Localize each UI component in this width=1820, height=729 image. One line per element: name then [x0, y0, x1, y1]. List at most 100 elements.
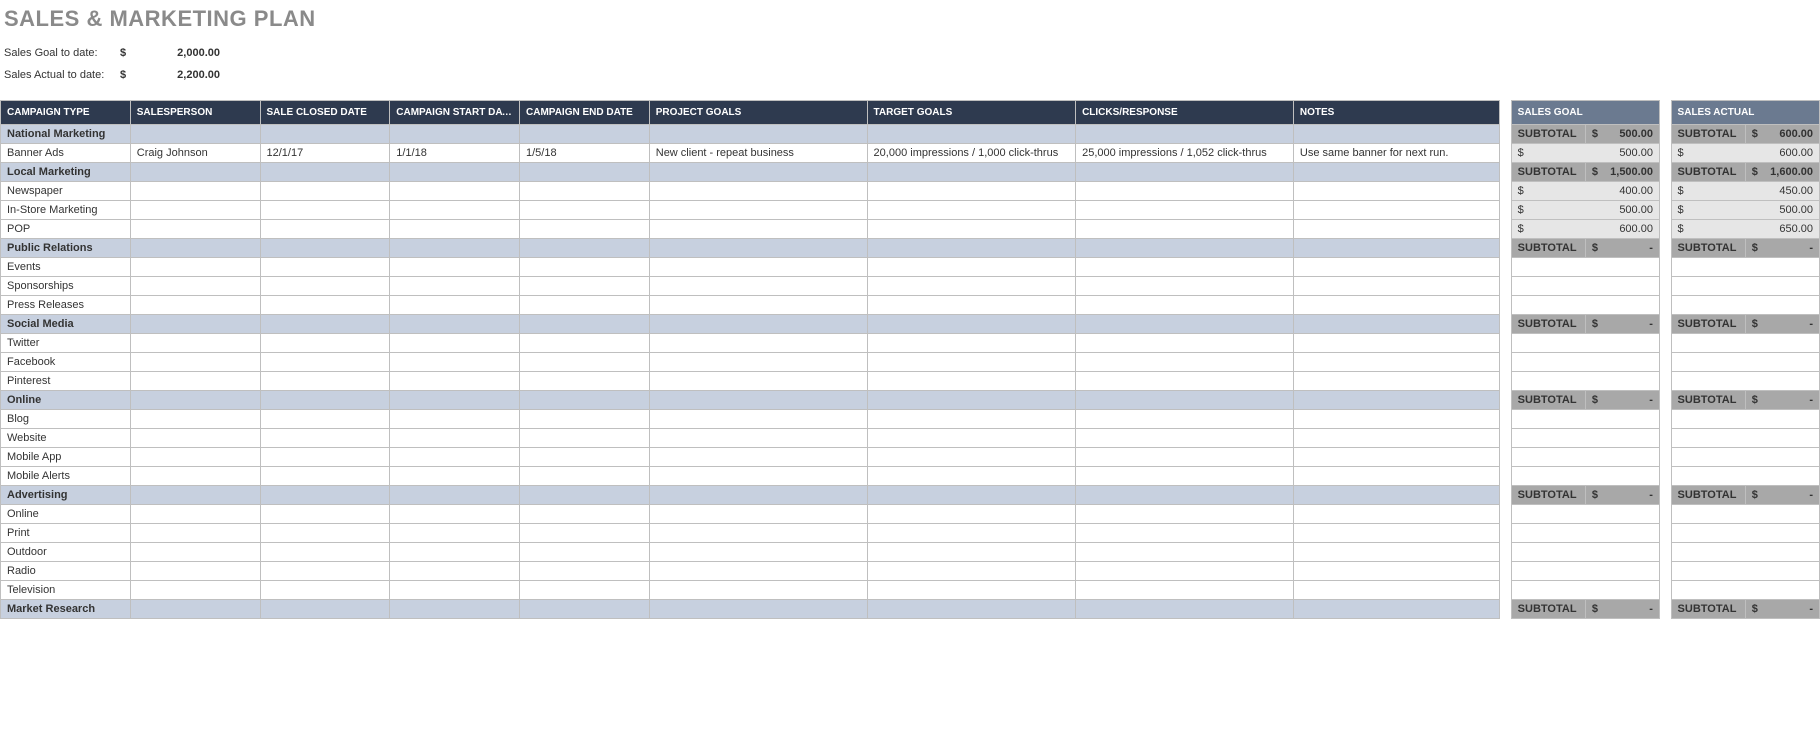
cell-closed[interactable]: [260, 296, 390, 315]
cell-clicks[interactable]: [1076, 296, 1294, 315]
cell-start[interactable]: [390, 334, 520, 353]
cell-project[interactable]: [649, 220, 867, 239]
cell-project[interactable]: [649, 201, 867, 220]
cell-clicks[interactable]: [1076, 581, 1294, 600]
item-actual[interactable]: $500.00: [1671, 201, 1819, 220]
cell-salesperson[interactable]: [130, 182, 260, 201]
cell-target[interactable]: [867, 334, 1076, 353]
cell-notes[interactable]: [1293, 201, 1499, 220]
cell-closed[interactable]: [260, 201, 390, 220]
cell-clicks[interactable]: [1076, 543, 1294, 562]
cell-clicks[interactable]: [1076, 353, 1294, 372]
cell-notes[interactable]: [1293, 353, 1499, 372]
cell-clicks[interactable]: [1076, 524, 1294, 543]
cell-end[interactable]: [520, 277, 650, 296]
cell-notes[interactable]: [1293, 296, 1499, 315]
cell-end[interactable]: 1/5/18: [520, 144, 650, 163]
cell-closed[interactable]: [260, 353, 390, 372]
cell-start[interactable]: [390, 353, 520, 372]
cell-salesperson[interactable]: [130, 543, 260, 562]
item-actual[interactable]: [1671, 277, 1819, 296]
cell-closed[interactable]: [260, 372, 390, 391]
cell-type[interactable]: POP: [1, 220, 131, 239]
cell-end[interactable]: [520, 543, 650, 562]
cell-salesperson[interactable]: [130, 524, 260, 543]
cell-project[interactable]: [649, 334, 867, 353]
cell-type[interactable]: In-Store Marketing: [1, 201, 131, 220]
cell-end[interactable]: [520, 524, 650, 543]
cell-clicks[interactable]: [1076, 220, 1294, 239]
item-actual[interactable]: $600.00: [1671, 144, 1819, 163]
cell-end[interactable]: [520, 296, 650, 315]
cell-target[interactable]: 20,000 impressions / 1,000 click-thrus: [867, 144, 1076, 163]
cell-target[interactable]: [867, 296, 1076, 315]
cell-clicks[interactable]: [1076, 201, 1294, 220]
cell-target[interactable]: [867, 277, 1076, 296]
cell-target[interactable]: [867, 372, 1076, 391]
cell-closed[interactable]: [260, 334, 390, 353]
cell-clicks[interactable]: [1076, 448, 1294, 467]
item-actual[interactable]: [1671, 467, 1819, 486]
cell-notes[interactable]: [1293, 258, 1499, 277]
cell-closed[interactable]: [260, 467, 390, 486]
item-goal[interactable]: [1511, 543, 1659, 562]
cell-start[interactable]: [390, 467, 520, 486]
cell-clicks[interactable]: [1076, 182, 1294, 201]
cell-project[interactable]: [649, 372, 867, 391]
cell-end[interactable]: [520, 258, 650, 277]
cell-salesperson[interactable]: [130, 581, 260, 600]
cell-start[interactable]: [390, 448, 520, 467]
item-actual[interactable]: [1671, 258, 1819, 277]
cell-target[interactable]: [867, 220, 1076, 239]
cell-notes[interactable]: [1293, 543, 1499, 562]
item-goal[interactable]: $600.00: [1511, 220, 1659, 239]
cell-closed[interactable]: [260, 277, 390, 296]
item-actual[interactable]: [1671, 353, 1819, 372]
item-actual[interactable]: [1671, 410, 1819, 429]
cell-target[interactable]: [867, 410, 1076, 429]
cell-closed[interactable]: [260, 448, 390, 467]
cell-clicks[interactable]: [1076, 410, 1294, 429]
cell-closed[interactable]: [260, 505, 390, 524]
cell-closed[interactable]: [260, 410, 390, 429]
cell-end[interactable]: [520, 201, 650, 220]
cell-type[interactable]: Banner Ads: [1, 144, 131, 163]
cell-start[interactable]: [390, 581, 520, 600]
cell-project[interactable]: [649, 353, 867, 372]
cell-closed[interactable]: [260, 562, 390, 581]
cell-type[interactable]: Radio: [1, 562, 131, 581]
cell-target[interactable]: [867, 505, 1076, 524]
cell-start[interactable]: [390, 201, 520, 220]
cell-end[interactable]: [520, 505, 650, 524]
cell-start[interactable]: [390, 220, 520, 239]
cell-closed[interactable]: [260, 581, 390, 600]
cell-target[interactable]: [867, 353, 1076, 372]
cell-end[interactable]: [520, 581, 650, 600]
item-goal[interactable]: [1511, 258, 1659, 277]
cell-clicks[interactable]: [1076, 277, 1294, 296]
cell-end[interactable]: [520, 334, 650, 353]
cell-target[interactable]: [867, 524, 1076, 543]
cell-type[interactable]: Website: [1, 429, 131, 448]
item-goal[interactable]: $500.00: [1511, 201, 1659, 220]
cell-type[interactable]: Mobile Alerts: [1, 467, 131, 486]
cell-start[interactable]: [390, 277, 520, 296]
cell-notes[interactable]: [1293, 562, 1499, 581]
cell-salesperson[interactable]: [130, 429, 260, 448]
cell-clicks[interactable]: [1076, 429, 1294, 448]
cell-type[interactable]: Blog: [1, 410, 131, 429]
cell-notes[interactable]: Use same banner for next run.: [1293, 144, 1499, 163]
cell-project[interactable]: [649, 543, 867, 562]
cell-project[interactable]: [649, 277, 867, 296]
cell-project[interactable]: [649, 581, 867, 600]
cell-target[interactable]: [867, 429, 1076, 448]
cell-type[interactable]: Newspaper: [1, 182, 131, 201]
item-goal[interactable]: [1511, 334, 1659, 353]
item-actual[interactable]: [1671, 505, 1819, 524]
cell-type[interactable]: Online: [1, 505, 131, 524]
item-actual[interactable]: [1671, 334, 1819, 353]
item-goal[interactable]: [1511, 353, 1659, 372]
cell-end[interactable]: [520, 182, 650, 201]
cell-salesperson[interactable]: [130, 258, 260, 277]
cell-closed[interactable]: [260, 220, 390, 239]
